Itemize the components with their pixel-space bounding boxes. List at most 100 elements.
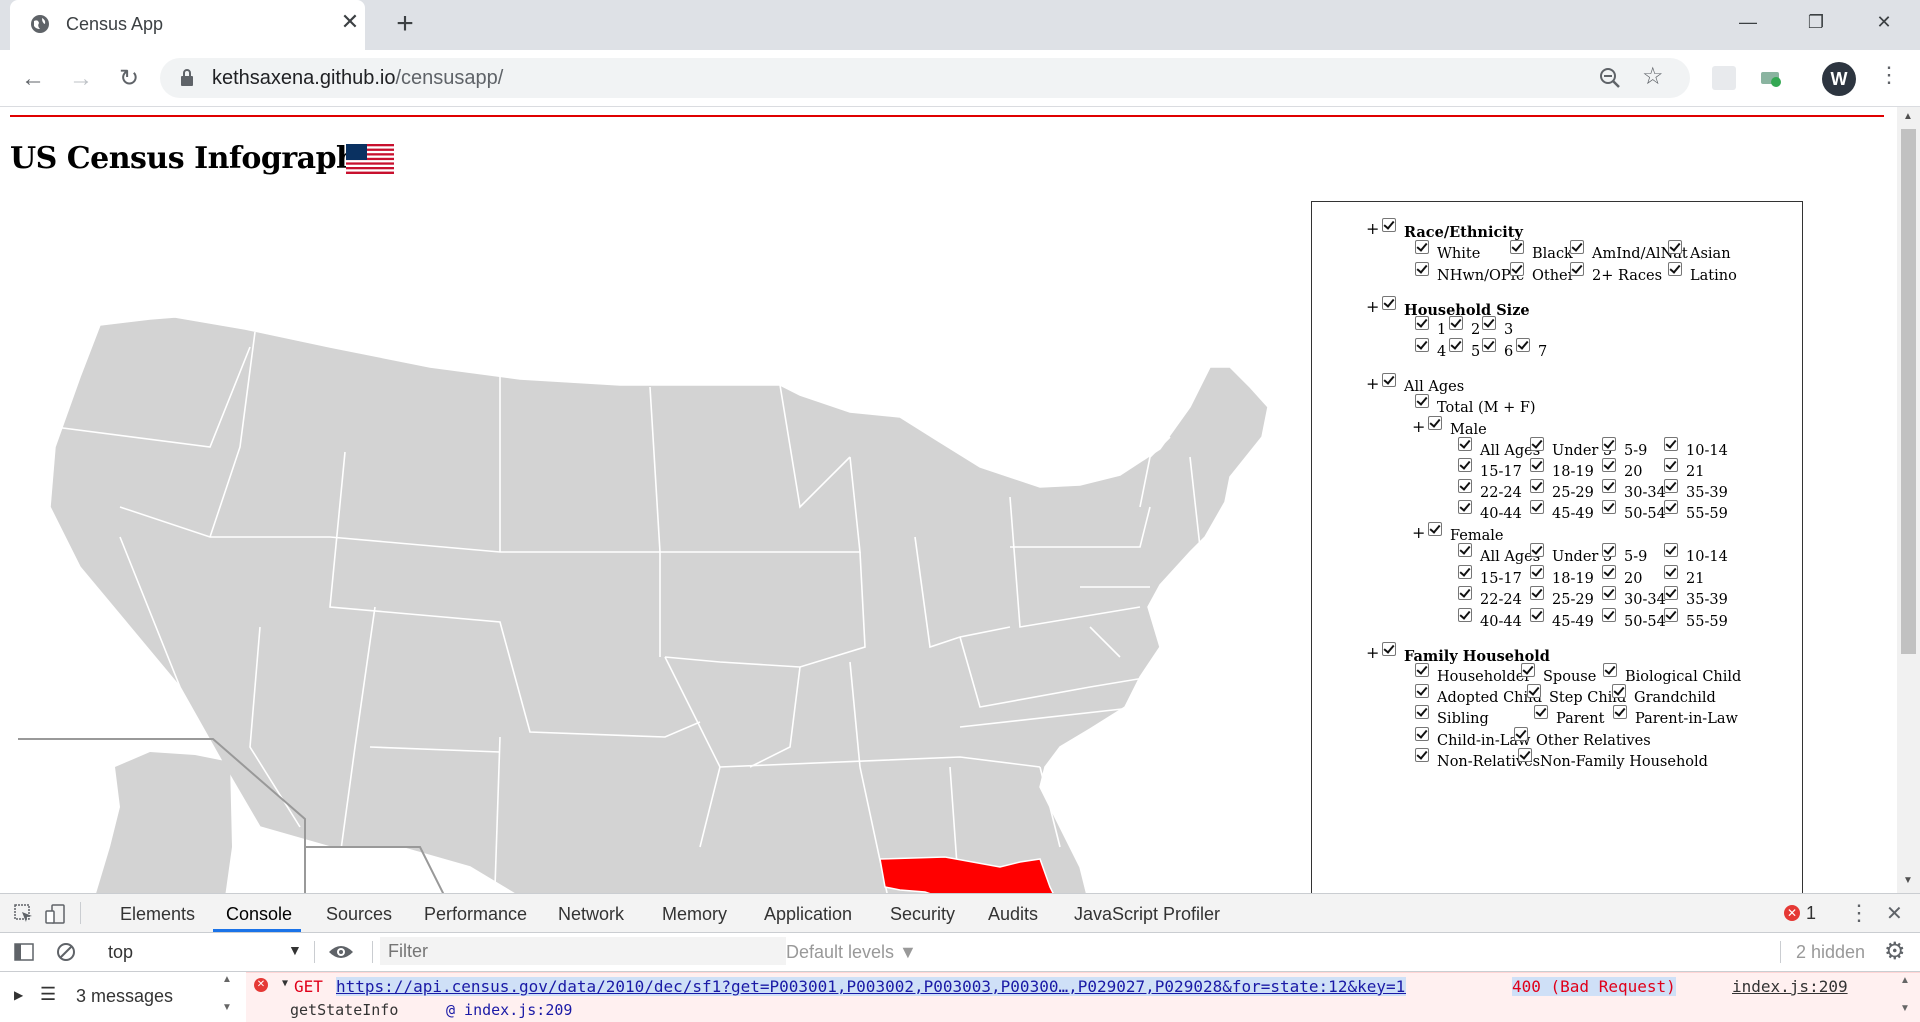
filter-race-item[interactable]: White [1415, 240, 1480, 264]
filter-household-size-item[interactable]: 5 [1449, 338, 1480, 362]
zoom-icon[interactable] [1598, 66, 1622, 90]
eye-icon[interactable] [328, 944, 354, 960]
checkbox[interactable] [1514, 727, 1528, 741]
checkbox[interactable] [1449, 316, 1463, 330]
tab-performance[interactable]: Performance [424, 904, 527, 925]
filter-female-age[interactable]: 45-49 [1530, 607, 1594, 632]
filter-female-age[interactable]: All Ages [1458, 543, 1540, 567]
checkbox[interactable] [1482, 338, 1496, 352]
filter-household-size-item[interactable]: 2 [1449, 316, 1480, 340]
filter-family-item[interactable]: Parent [1534, 705, 1604, 729]
tab-network[interactable]: Network [558, 904, 624, 925]
checkbox[interactable] [1530, 500, 1544, 514]
checkbox[interactable] [1602, 543, 1616, 557]
reload-button[interactable]: ↻ [114, 64, 144, 94]
checkbox[interactable] [1415, 262, 1429, 276]
scroll-down-icon[interactable]: ▼ [1903, 875, 1913, 886]
checkbox[interactable] [1458, 458, 1472, 472]
messages-count[interactable]: 3 messages [76, 986, 173, 1007]
filter-race-item[interactable]: AmInd/AlNat [1570, 240, 1688, 264]
checkbox[interactable] [1612, 684, 1626, 698]
checkbox[interactable] [1530, 586, 1544, 600]
address-bar[interactable]: kethsaxena.github.io/censusapp/ ☆ [160, 58, 1690, 98]
checkbox[interactable] [1428, 416, 1442, 430]
checkbox[interactable] [1449, 338, 1463, 352]
extension-cast-icon[interactable] [1758, 66, 1782, 90]
sidebar-toggle-icon[interactable] [14, 943, 34, 961]
checkbox[interactable] [1518, 748, 1532, 762]
page-scrollbar[interactable]: ▲ ▼ [1897, 107, 1920, 893]
filter-female-age[interactable]: 5-9 [1602, 543, 1647, 567]
checkbox[interactable] [1510, 262, 1524, 276]
checkbox[interactable] [1521, 663, 1535, 677]
scrollbar-thumb[interactable] [1901, 129, 1916, 654]
filter-household-size-item[interactable]: 3 [1482, 316, 1513, 340]
filter-all-ages[interactable]: All Ages [1382, 373, 1464, 397]
checkbox[interactable] [1664, 500, 1678, 514]
filter-female-age[interactable]: 35-39 [1664, 586, 1728, 610]
checkbox[interactable] [1603, 663, 1617, 677]
filter-household-size[interactable]: Household Size [1382, 296, 1530, 320]
default-levels-dropdown[interactable]: Default levels ▼ [786, 942, 917, 963]
console-filter-input[interactable] [380, 937, 786, 965]
filter-female[interactable]: Female [1428, 522, 1503, 546]
checkbox[interactable] [1458, 437, 1472, 451]
expand-arrow-icon[interactable]: ▶ [14, 988, 23, 1002]
checkbox[interactable] [1613, 705, 1627, 719]
checkbox[interactable] [1382, 218, 1396, 232]
tab-application[interactable]: Application [764, 904, 852, 925]
close-window-button[interactable]: ✕ [1854, 6, 1914, 38]
filter-female-age[interactable]: 22-24 [1458, 586, 1522, 610]
sidebar-scroll-down-icon[interactable]: ▼ [222, 1002, 232, 1013]
filter-female-age[interactable]: 55-59 [1664, 607, 1728, 632]
checkbox[interactable] [1664, 458, 1678, 472]
tab-console[interactable]: Console [226, 904, 292, 925]
checkbox[interactable] [1602, 607, 1616, 622]
back-button[interactable]: ← [18, 64, 48, 94]
filter-household-size-item[interactable]: 4 [1415, 338, 1446, 362]
menu-icon[interactable]: ⋮ [1878, 62, 1900, 88]
stack-source-link[interactable]: @ index.js:209 [446, 1001, 572, 1019]
checkbox[interactable] [1415, 748, 1429, 762]
checkbox[interactable] [1530, 564, 1544, 579]
checkbox[interactable] [1527, 684, 1541, 698]
expand-race[interactable]: + [1366, 219, 1379, 238]
new-tab-button[interactable]: + [388, 9, 422, 39]
checkbox[interactable] [1458, 564, 1472, 579]
checkbox[interactable] [1415, 394, 1429, 408]
checkbox[interactable] [1570, 262, 1584, 276]
close-tab-icon[interactable]: ✕ [338, 10, 362, 34]
console-scroll-up-icon[interactable]: ▲ [1900, 975, 1910, 986]
filter-male-age[interactable]: 50-54 [1602, 500, 1666, 524]
checkbox[interactable] [1602, 564, 1616, 579]
tab-elements[interactable]: Elements [120, 904, 195, 925]
checkbox[interactable] [1530, 458, 1544, 472]
collapse-arrow-icon[interactable]: ▼ [282, 978, 288, 989]
forward-button[interactable]: → [66, 64, 96, 94]
checkbox[interactable] [1602, 458, 1616, 472]
filter-race-item[interactable]: Asian [1668, 240, 1731, 264]
filter-family-item[interactable]: Parent-in-Law [1613, 705, 1738, 729]
filter-male-age[interactable]: 45-49 [1530, 500, 1594, 524]
checkbox[interactable] [1458, 607, 1472, 622]
device-toolbar-icon[interactable] [44, 903, 66, 925]
filter-race[interactable]: Race/Ethnicity [1382, 218, 1523, 242]
checkbox[interactable] [1458, 479, 1472, 493]
checkbox[interactable] [1458, 500, 1472, 514]
checkbox[interactable] [1664, 437, 1678, 451]
checkbox[interactable] [1482, 316, 1496, 330]
restore-button[interactable]: ❐ [1786, 6, 1846, 38]
checkbox[interactable] [1415, 727, 1429, 741]
checkbox[interactable] [1428, 522, 1442, 536]
checkbox[interactable] [1415, 684, 1429, 698]
extension-icon[interactable] [1712, 66, 1736, 90]
checkbox[interactable] [1516, 338, 1530, 352]
filter-race-item[interactable]: Black [1510, 240, 1573, 264]
close-devtools-icon[interactable]: ✕ [1886, 901, 1903, 926]
filter-household-size-item[interactable]: 1 [1415, 316, 1446, 340]
checkbox[interactable] [1415, 705, 1429, 719]
checkbox[interactable] [1534, 705, 1548, 719]
filter-race-item[interactable]: 2+ Races [1570, 262, 1662, 286]
checkbox[interactable] [1530, 543, 1544, 557]
checkbox[interactable] [1458, 543, 1472, 557]
